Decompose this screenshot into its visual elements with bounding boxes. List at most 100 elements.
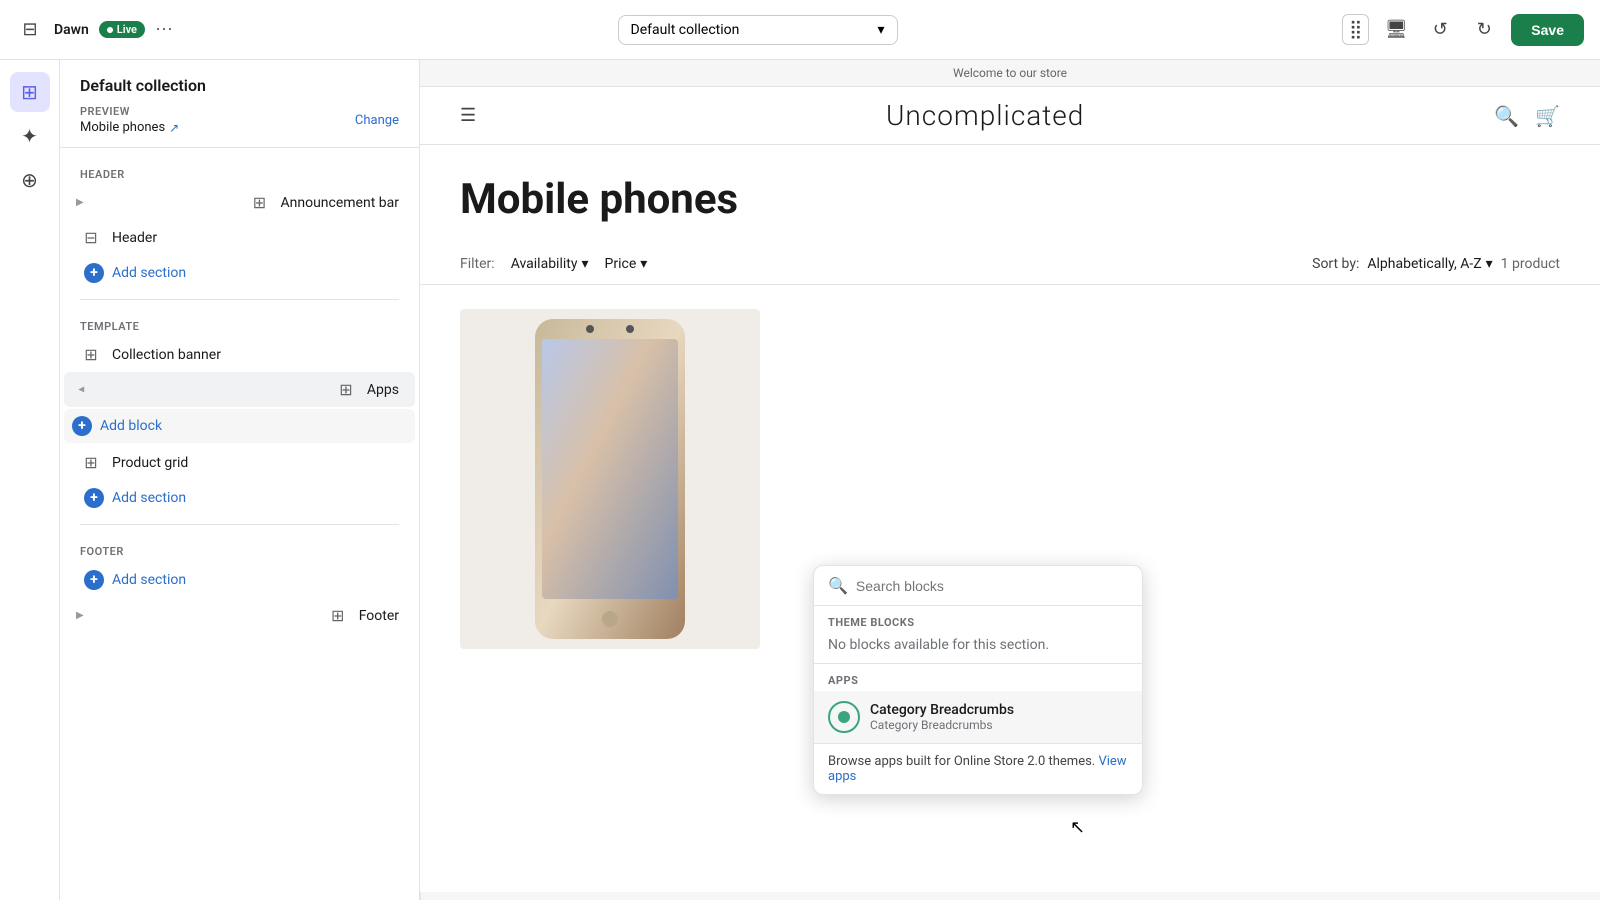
expand-arrow-footer: ▶ (76, 610, 84, 621)
add-circle-template: + (84, 488, 104, 508)
chevron-sort: ▾ (1486, 256, 1493, 272)
app-icon-dot (838, 711, 850, 723)
add-section-footer-button[interactable]: + Add section (60, 562, 419, 598)
live-label: Live (117, 23, 137, 36)
sort-dropdown[interactable]: Alphabetically, A-Z ▾ (1367, 256, 1492, 272)
announcement-bar-icon: ⊞ (249, 193, 271, 212)
sidebar-preview: PREVIEW Mobile phones ↗ Change (80, 105, 399, 135)
category-breadcrumbs-item[interactable]: Category Breadcrumbs Category Breadcrumb… (814, 691, 1142, 743)
sort-by-label: Sort by: (1312, 256, 1359, 272)
app-block-name: Category Breadcrumbs (870, 702, 1014, 718)
sidebar-item-footer[interactable]: ▶ ⊞ Footer (64, 598, 415, 633)
store-nav-icons: 🔍 🛒 (1494, 104, 1560, 128)
app-block-subtitle: Category Breadcrumbs (870, 718, 1014, 732)
chevron-availability: ▾ (581, 256, 588, 272)
add-section-template-label: Add section (112, 490, 186, 506)
select-mode-button[interactable]: ⣿ (1342, 14, 1369, 45)
topbar-left: ⊟ Dawn Live ⋯ (16, 16, 173, 44)
preview-label-container: PREVIEW Mobile phones ↗ (80, 105, 179, 135)
apps-label: Apps (367, 382, 399, 398)
chevron-price: ▾ (640, 256, 647, 272)
sidebar-item-collection-banner[interactable]: ⊞ Collection banner (64, 337, 415, 372)
collection-banner-label: Collection banner (112, 347, 221, 363)
add-circle-block: + (72, 416, 92, 436)
collection-select[interactable]: Default collection ▾ (618, 15, 898, 45)
desktop-icon[interactable]: 🖥 (1379, 13, 1413, 47)
theme-settings-button[interactable]: ✦ (10, 116, 50, 156)
filter-bar: Filter: Availability ▾ Price ▾ Sort by: … (420, 244, 1600, 285)
search-blocks-input[interactable] (856, 578, 1128, 594)
preview-area: Welcome to our store ☰ Uncomplicated 🔍 🛒… (420, 60, 1600, 900)
sort-area: Sort by: Alphabetically, A-Z ▾ 1 product (1312, 256, 1560, 272)
divider-1 (80, 299, 399, 300)
search-nav-icon[interactable]: 🔍 (1494, 104, 1519, 128)
topbar: ⊟ Dawn Live ⋯ Default collection ▾ ⣿ 🖥 ↺… (0, 0, 1600, 60)
theme-blocks-label: THEME BLOCKS (814, 606, 1142, 633)
footer-icon: ⊞ (327, 606, 349, 625)
expand-arrow-apps: ▼ (75, 385, 86, 395)
apps-blocks-label: APPS (814, 663, 1142, 691)
sidebar-item-product-grid[interactable]: ⊞ Product grid (64, 445, 415, 480)
sidebar: Default collection PREVIEW Mobile phones… (60, 60, 420, 900)
template-section-label: TEMPLATE (60, 308, 419, 337)
cart-icon[interactable]: 🛒 (1535, 104, 1560, 128)
topbar-right: ⣿ 🖥 ↺ ↻ Save (1342, 13, 1584, 47)
availability-filter[interactable]: Availability ▾ (511, 256, 589, 272)
sidebar-item-announcement-bar[interactable]: ▶ ⊞ Announcement bar (64, 185, 415, 220)
divider-2 (80, 524, 399, 525)
collection-select-value: Default collection (631, 22, 740, 38)
price-filter[interactable]: Price ▾ (605, 256, 648, 272)
price-label: Price (605, 256, 637, 272)
undo-button[interactable]: ↺ (1423, 13, 1457, 47)
store-name: Dawn (54, 22, 89, 38)
filter-label: Filter: (460, 256, 495, 272)
product-card[interactable] (460, 309, 760, 649)
sort-value: Alphabetically, A-Z (1367, 256, 1481, 272)
sidebar-title: Default collection (80, 76, 399, 95)
app-icon-circle (828, 701, 860, 733)
add-section-header-label: Add section (112, 265, 186, 281)
add-block-label: Add block (100, 418, 162, 434)
store-navbar: ☰ Uncomplicated 🔍 🛒 (420, 87, 1600, 145)
announcement-text: Welcome to our store (953, 66, 1067, 80)
add-section-footer-label: Add section (112, 572, 186, 588)
add-section-template-button[interactable]: + Add section (60, 480, 419, 516)
preview-page-name: Mobile phones (80, 120, 165, 135)
change-button[interactable]: Change (355, 113, 399, 128)
preview-value: Mobile phones ↗ (80, 120, 179, 135)
sidebar-item-apps[interactable]: ▼ ⊞ Apps (64, 372, 415, 407)
preview-label: PREVIEW (80, 105, 179, 118)
live-dot (107, 27, 113, 33)
blocks-dropdown: 🔍 THEME BLOCKS No blocks available for t… (813, 565, 1143, 795)
scrollbar[interactable] (420, 892, 432, 900)
sidebar-content: HEADER ▶ ⊞ Announcement bar ⊟ Header + A… (60, 148, 419, 900)
product-grid-icon: ⊞ (80, 453, 102, 472)
header-icon: ⊟ (80, 228, 102, 247)
add-block-nav-button[interactable]: ⊕ (10, 160, 50, 200)
add-section-header-button[interactable]: + Add section (60, 255, 419, 291)
sidebar-item-header[interactable]: ⊟ Header (64, 220, 415, 255)
header-section-label: HEADER (60, 156, 419, 185)
home-icon[interactable]: ⊟ (16, 16, 44, 44)
sections-nav-button[interactable]: ⊞ (10, 72, 50, 112)
footer-label: Footer (359, 608, 399, 624)
product-count: 1 product (1501, 256, 1560, 272)
add-circle-footer: + (84, 570, 104, 590)
save-button[interactable]: Save (1511, 14, 1584, 46)
search-icon: 🔍 (828, 576, 848, 595)
add-block-button[interactable]: + Add block (64, 409, 415, 443)
hamburger-icon[interactable]: ☰ (460, 105, 476, 126)
live-badge: Live (99, 21, 145, 38)
collection-banner-icon: ⊞ (80, 345, 102, 364)
footer-section-label: FOOTER (60, 533, 419, 562)
more-button[interactable]: ⋯ (155, 19, 173, 40)
store-announcement-banner: Welcome to our store (420, 60, 1600, 87)
expand-arrow-announcement: ▶ (76, 197, 84, 208)
redo-button[interactable]: ↻ (1467, 13, 1501, 47)
browse-apps-description: Browse apps built for Online Store 2.0 t… (828, 754, 1095, 769)
header-label: Header (112, 230, 157, 246)
availability-label: Availability (511, 256, 578, 272)
topbar-center: Default collection ▾ (185, 15, 1330, 45)
external-link-icon[interactable]: ↗ (169, 121, 179, 135)
product-image (460, 309, 760, 649)
